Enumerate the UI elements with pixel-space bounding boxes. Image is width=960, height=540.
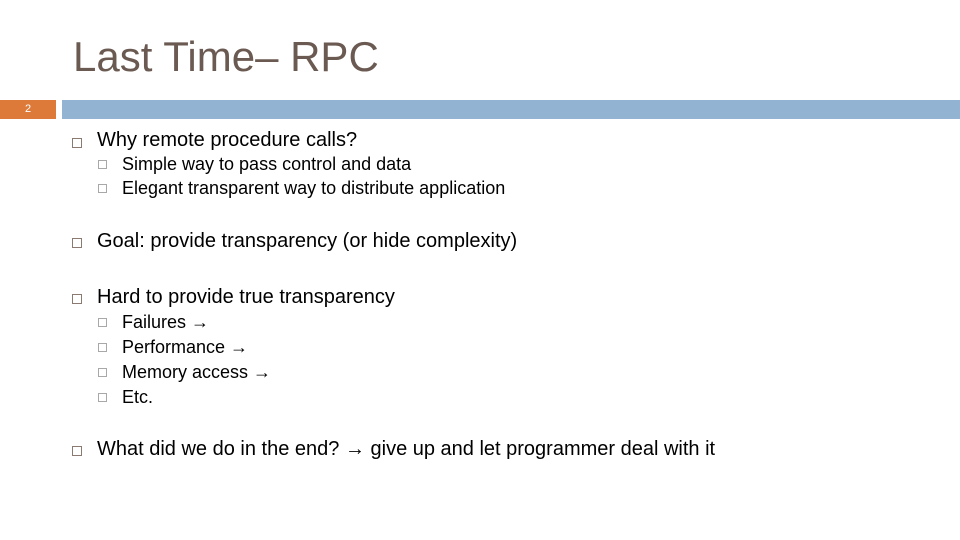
sub-bullet-box-icon <box>98 393 107 402</box>
bullet-1: Why remote procedure calls? <box>97 129 358 151</box>
header-divider-bar <box>62 100 960 119</box>
sub-bullet-box-icon <box>98 368 107 377</box>
bullet-3: Hard to provide true transparency <box>97 286 395 308</box>
sub-bullet: Elegant transparent way to distribute ap… <box>122 178 506 198</box>
sub-bullet-box-icon <box>98 160 107 169</box>
bullet-2: Goal: provide transparency (or hide comp… <box>97 230 518 252</box>
slide-title: Last Time– RPC <box>73 33 379 80</box>
bullet-box-icon <box>72 446 82 456</box>
bullet-box-icon <box>72 294 82 304</box>
slide-number: 2 <box>0 100 56 119</box>
sub-bullet-box-icon <box>98 184 107 193</box>
sub-bullet: Failures → <box>122 312 210 332</box>
sub-bullet-box-icon <box>98 318 107 327</box>
bullet-box-icon <box>72 138 82 148</box>
bullet-4: What did we do in the end? → give up and… <box>97 438 716 460</box>
sub-bullet: Performance → <box>122 337 249 357</box>
sub-bullet: Memory access → <box>122 362 272 382</box>
sub-bullet: Etc. <box>122 387 154 407</box>
sub-bullet: Simple way to pass control and data <box>122 154 412 174</box>
sub-bullet-box-icon <box>98 343 107 352</box>
bullet-box-icon <box>72 238 82 248</box>
